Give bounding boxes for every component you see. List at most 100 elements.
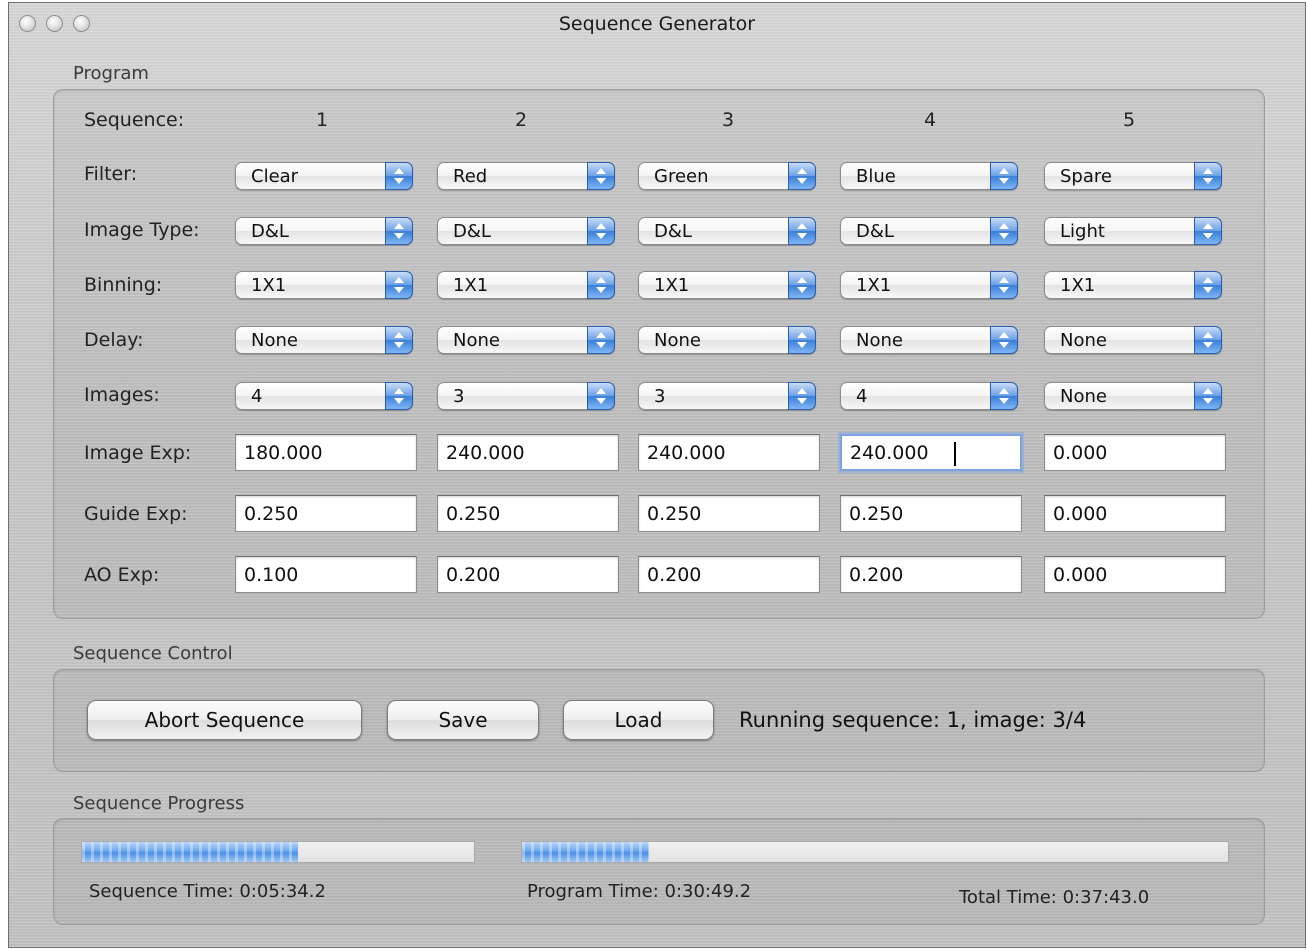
popup-value: 1X1 xyxy=(1060,275,1096,296)
image-exp-field-input[interactable] xyxy=(1045,435,1225,470)
image-exp-field[interactable] xyxy=(235,434,417,471)
image-type-popup[interactable]: Light xyxy=(1044,217,1222,245)
image-exp-field-input[interactable] xyxy=(438,435,618,470)
popup-value: 3 xyxy=(453,386,465,407)
ao-exp-field-input[interactable] xyxy=(639,557,819,592)
ao-exp-field-input[interactable] xyxy=(1045,557,1225,592)
popup-value: None xyxy=(654,330,701,351)
images-popup[interactable]: None xyxy=(1044,382,1222,410)
guide-exp-field[interactable] xyxy=(638,495,820,532)
binning-popup[interactable]: 1X1 xyxy=(638,271,816,299)
progress-box xyxy=(53,818,1265,925)
popup-value: Red xyxy=(453,166,488,187)
image-exp-field-input[interactable] xyxy=(842,436,1020,469)
popup-arrows-icon xyxy=(788,217,816,245)
image-type-popup[interactable]: D&L xyxy=(840,217,1018,245)
load-button[interactable]: Load xyxy=(563,700,714,740)
guide-exp-field-input[interactable] xyxy=(841,496,1021,531)
column-header: 4 xyxy=(923,109,937,131)
save-button[interactable]: Save xyxy=(387,700,539,740)
popup-arrows-icon xyxy=(385,382,413,410)
image-type-popup[interactable]: D&L xyxy=(235,217,413,245)
popup-arrows-icon xyxy=(385,217,413,245)
ao-exp-field[interactable] xyxy=(437,556,619,593)
image-exp-field[interactable] xyxy=(638,434,820,471)
guide-exp-field-input[interactable] xyxy=(236,496,416,531)
delay-popup[interactable]: None xyxy=(840,326,1018,354)
delay-popup[interactable]: None xyxy=(437,326,615,354)
images-popup[interactable]: 3 xyxy=(437,382,615,410)
image-type-popup[interactable]: D&L xyxy=(638,217,816,245)
popup-value: 1X1 xyxy=(856,275,892,296)
program-progress-fill xyxy=(522,842,650,862)
popup-arrows-icon xyxy=(1194,162,1222,190)
ao-exp-field[interactable] xyxy=(840,556,1022,593)
binning-popup[interactable]: 1X1 xyxy=(437,271,615,299)
filter-popup[interactable]: Spare xyxy=(1044,162,1222,190)
images-label: Images: xyxy=(84,384,160,406)
window-title: Sequence Generator xyxy=(558,13,756,35)
popup-arrows-icon xyxy=(385,326,413,354)
binning-label: Binning: xyxy=(84,274,163,296)
popup-value: None xyxy=(1060,386,1107,407)
sequence-time-text: Sequence Time: 0:05:34.2 xyxy=(89,881,326,902)
guide-exp-field-input[interactable] xyxy=(639,496,819,531)
guide-exp-field-input[interactable] xyxy=(438,496,618,531)
binning-popup[interactable]: 1X1 xyxy=(1044,271,1222,299)
delay-popup[interactable]: None xyxy=(235,326,413,354)
ao-exp-field-input[interactable] xyxy=(841,557,1021,592)
popup-value: D&L xyxy=(856,221,894,242)
popup-value: 1X1 xyxy=(453,275,489,296)
images-popup[interactable]: 4 xyxy=(840,382,1018,410)
popup-value: 1X1 xyxy=(251,275,287,296)
images-popup[interactable]: 3 xyxy=(638,382,816,410)
guide-exp-field[interactable] xyxy=(840,495,1022,532)
binning-popup[interactable]: 1X1 xyxy=(840,271,1018,299)
guide-exp-field[interactable] xyxy=(1044,495,1226,532)
filter-popup[interactable]: Red xyxy=(437,162,615,190)
filter-popup[interactable]: Blue xyxy=(840,162,1018,190)
popup-arrows-icon xyxy=(990,382,1018,410)
sequence-generator-window: Sequence Generator Program Sequence: 1 2… xyxy=(8,2,1306,948)
popup-arrows-icon xyxy=(788,326,816,354)
ao-exp-field[interactable] xyxy=(1044,556,1226,593)
delay-popup[interactable]: None xyxy=(638,326,816,354)
popup-arrows-icon xyxy=(990,271,1018,299)
ao-exp-field-input[interactable] xyxy=(438,557,618,592)
program-group-label: Program xyxy=(73,63,149,84)
image-exp-field[interactable] xyxy=(437,434,619,471)
popup-value: None xyxy=(856,330,903,351)
images-popup[interactable]: 4 xyxy=(235,382,413,410)
popup-value: 1X1 xyxy=(654,275,690,296)
binning-popup[interactable]: 1X1 xyxy=(235,271,413,299)
guide-exp-field[interactable] xyxy=(235,495,417,532)
popup-arrows-icon xyxy=(385,162,413,190)
sequence-header-label: Sequence: xyxy=(84,109,185,131)
ao-exp-field-input[interactable] xyxy=(236,557,416,592)
total-time-text: Total Time: 0:37:43.0 xyxy=(959,887,1150,908)
ao-exp-field[interactable] xyxy=(638,556,820,593)
ao-exp-field[interactable] xyxy=(235,556,417,593)
title-bar: Sequence Generator xyxy=(9,3,1305,43)
filter-popup[interactable]: Green xyxy=(638,162,816,190)
image-exp-field[interactable] xyxy=(1044,434,1226,471)
guide-exp-field-input[interactable] xyxy=(1045,496,1225,531)
popup-value: Light xyxy=(1060,221,1105,242)
abort-sequence-button[interactable]: Abort Sequence xyxy=(87,700,362,740)
image-type-popup[interactable]: D&L xyxy=(437,217,615,245)
popup-arrows-icon xyxy=(587,217,615,245)
image-type-label: Image Type: xyxy=(84,219,200,241)
popup-arrows-icon xyxy=(1194,271,1222,299)
image-exp-field-input[interactable] xyxy=(236,435,416,470)
image-exp-field-input[interactable] xyxy=(639,435,819,470)
filter-popup[interactable]: Clear xyxy=(235,162,413,190)
guide-exp-field[interactable] xyxy=(437,495,619,532)
popup-value: None xyxy=(251,330,298,351)
delay-label: Delay: xyxy=(84,329,144,351)
image-exp-field[interactable] xyxy=(840,434,1022,471)
popup-arrows-icon xyxy=(990,326,1018,354)
column-header: 3 xyxy=(721,109,735,131)
popup-arrows-icon xyxy=(587,326,615,354)
popup-value: 4 xyxy=(856,386,868,407)
delay-popup[interactable]: None xyxy=(1044,326,1222,354)
